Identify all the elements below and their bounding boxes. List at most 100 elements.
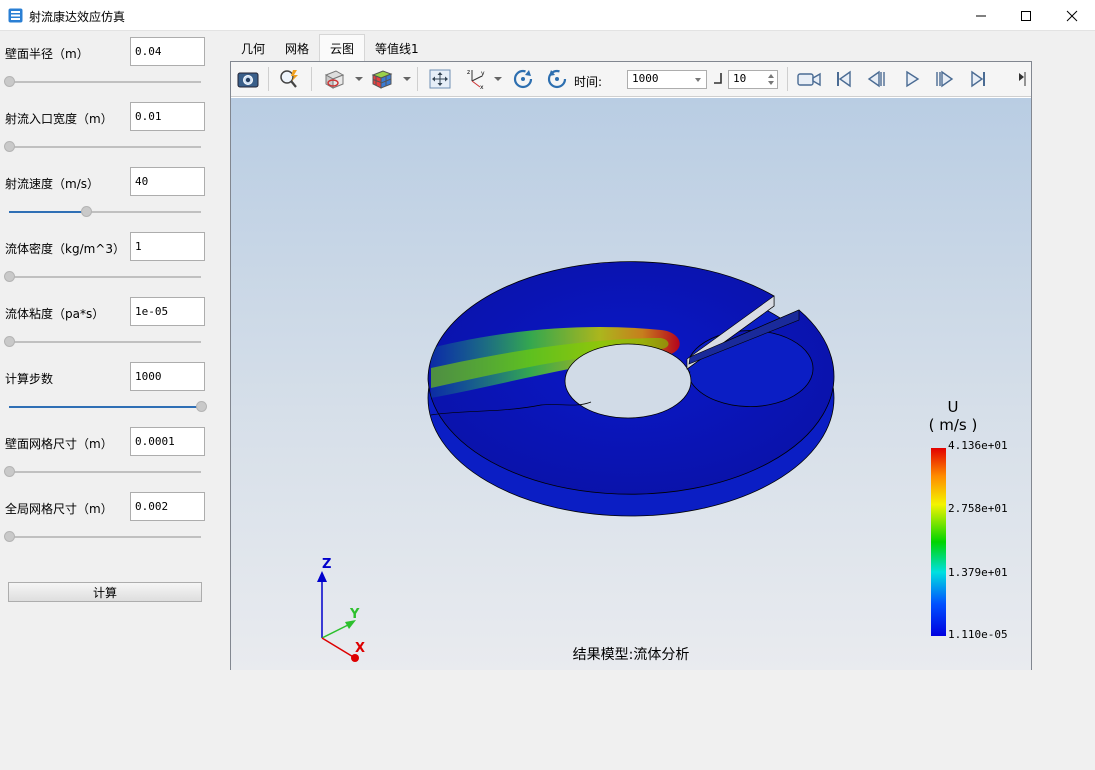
toolbar-overflow-button[interactable]: [1015, 67, 1029, 91]
jet-inlet-width-label: 射流入口宽度（m）: [5, 112, 113, 126]
first-frame-button[interactable]: [831, 67, 857, 91]
magnifier-icon: [280, 70, 298, 88]
model-caption: 结果模型:流体分析: [572, 647, 690, 663]
wall-radius-input[interactable]: [130, 37, 205, 66]
velocity-contour-plot: Z Y X: [317, 261, 835, 662]
slider-handle[interactable]: [4, 271, 15, 282]
tab-label: 等值线1: [375, 41, 419, 56]
rotate-left-icon: [513, 69, 533, 89]
jet-inlet-width-slider[interactable]: [4, 141, 201, 153]
wall-radius-slider[interactable]: [4, 76, 201, 88]
fluid-viscosity-slider[interactable]: [4, 336, 201, 348]
fluid-viscosity-input[interactable]: [130, 297, 205, 326]
slider-track: [9, 341, 201, 343]
fluid-density-label: 流体密度（kg/m^3）: [5, 242, 125, 256]
jet-velocity-slider[interactable]: [9, 206, 201, 218]
axis-label-z: Z: [322, 557, 331, 572]
contour-scene[interactable]: Z Y X U ( m/s ) 4.136e+01 2.758e+01 1.37…: [231, 98, 1031, 670]
wall-mesh-size-input[interactable]: [130, 427, 205, 456]
slider-track: [9, 276, 201, 278]
rotate-ccw-button[interactable]: [510, 67, 536, 91]
fluid-viscosity-label: 流体粘度（pa*s）: [5, 307, 105, 321]
legend-tick-max: 4.136e+01: [948, 439, 1008, 452]
fluid-density-slider[interactable]: [4, 271, 201, 283]
global-mesh-size-slider[interactable]: [4, 531, 201, 543]
app-icon: [8, 8, 23, 23]
calc-steps-label: 计算步数: [5, 372, 54, 386]
video-camera-icon: [797, 72, 821, 87]
step-forward-icon: [936, 70, 954, 88]
close-icon: [1066, 10, 1078, 21]
time-select-value: 1000: [632, 72, 659, 85]
slider-track: [9, 471, 201, 473]
tab-isoline[interactable]: 等值线1: [365, 34, 429, 62]
close-button[interactable]: [1049, 0, 1095, 31]
last-frame-button[interactable]: [965, 67, 991, 91]
wall-mesh-size-label: 壁面网格尺寸（m）: [5, 437, 113, 451]
tab-label: 网格: [285, 41, 310, 56]
axes-icon: z y x: [467, 69, 485, 90]
view-tabs: 几何 网格 云图 等值线1: [231, 34, 429, 62]
calc-steps-input[interactable]: [130, 362, 205, 391]
minimize-button[interactable]: [958, 0, 1004, 31]
slider-handle[interactable]: [4, 141, 15, 152]
record-video-button[interactable]: [795, 67, 823, 91]
slider-handle[interactable]: [80, 206, 92, 217]
surface-icon: [324, 70, 345, 89]
play-button[interactable]: [899, 67, 925, 91]
svg-text:z: z: [467, 69, 470, 76]
legend-title: U ( m/s ): [928, 398, 978, 434]
slider-handle[interactable]: [4, 531, 15, 542]
jet-inlet-width-input[interactable]: [130, 102, 205, 131]
zoom-fit-button[interactable]: [277, 67, 303, 91]
time-select[interactable]: 1000: [627, 70, 707, 89]
step-icon: [714, 73, 722, 84]
global-mesh-size-label: 全局网格尺寸（m）: [5, 502, 113, 516]
color-cube-icon: [371, 70, 393, 89]
axis-view-button[interactable]: z y x: [463, 67, 489, 91]
step-spinbox[interactable]: 10: [728, 70, 778, 89]
tab-geometry[interactable]: 几何: [231, 34, 275, 62]
skip-forward-icon: [971, 70, 985, 88]
title-bar: 射流康达效应仿真: [0, 0, 1095, 31]
slider-handle[interactable]: [4, 336, 15, 347]
fluid-density-input[interactable]: [130, 232, 205, 261]
maximize-icon: [1021, 10, 1031, 21]
slider-handle[interactable]: [196, 401, 207, 412]
slider-fill: [9, 406, 201, 408]
calc-steps-slider[interactable]: [9, 401, 207, 413]
rotate-right-icon: [547, 69, 567, 89]
fit-view-button[interactable]: [427, 67, 453, 91]
slider-fill: [9, 211, 86, 213]
parameter-panel: 壁面半径（m） 射流入口宽度（m） 射流速度（m/s） 流体密度（kg/m^3）…: [0, 32, 215, 770]
jet-velocity-input[interactable]: [130, 167, 205, 196]
minimize-icon: [976, 15, 986, 16]
maximize-button[interactable]: [1003, 0, 1049, 31]
color-map-button[interactable]: [369, 67, 395, 91]
step-value: 10: [733, 72, 747, 85]
chevron-down-icon: [695, 78, 701, 82]
camera-icon: [237, 72, 259, 88]
legend-tick-min: 1.110e-05: [948, 628, 1008, 641]
calculate-button[interactable]: 计算: [8, 582, 202, 602]
window-title: 射流康达效应仿真: [29, 10, 126, 24]
wall-mesh-size-slider[interactable]: [4, 466, 201, 478]
global-mesh-size-input[interactable]: [130, 492, 205, 521]
tab-mesh[interactable]: 网格: [275, 34, 319, 62]
play-icon: [906, 70, 920, 88]
jet-velocity-label: 射流速度（m/s）: [5, 177, 99, 191]
previous-frame-button[interactable]: [864, 67, 890, 91]
display-mode-button[interactable]: [321, 67, 347, 91]
next-frame-button[interactable]: [931, 67, 957, 91]
svg-text:y: y: [481, 70, 485, 77]
step-back-icon: [867, 70, 885, 88]
legend-tick-3: 1.379e+01: [948, 566, 1008, 579]
slider-handle[interactable]: [4, 466, 15, 477]
legend-tick-2: 2.758e+01: [948, 502, 1008, 515]
spin-arrows-icon: [768, 74, 774, 85]
rotate-cw-button[interactable]: [544, 67, 570, 91]
slider-handle[interactable]: [4, 76, 15, 87]
screenshot-button[interactable]: [235, 67, 261, 91]
tab-label: 几何: [241, 41, 266, 56]
tab-contour[interactable]: 云图: [319, 34, 366, 62]
